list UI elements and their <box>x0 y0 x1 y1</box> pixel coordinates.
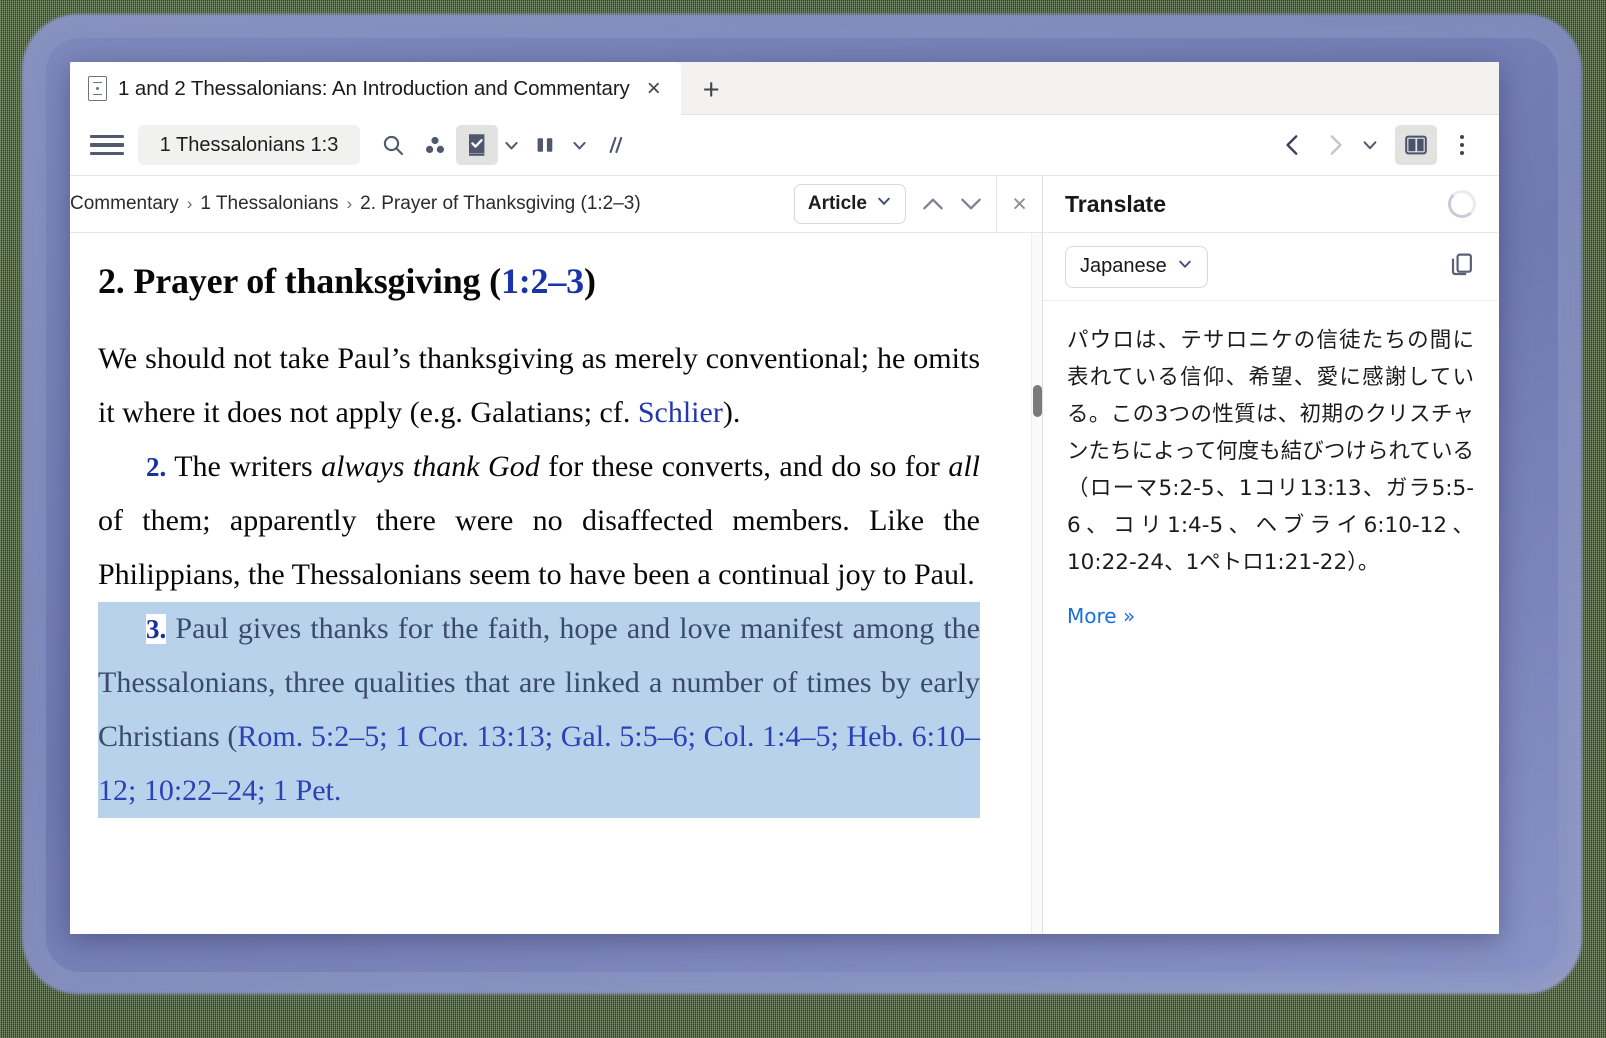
heading-prefix: 2. Prayer of thanksgiving ( <box>98 261 501 301</box>
toolbar: 1 Thessalonians 1:3 <box>70 115 1499 176</box>
verse-number[interactable]: 3. <box>146 614 167 645</box>
verse-number[interactable]: 2. <box>146 452 166 482</box>
article-scroll-area: 2. Prayer of thanksgiving (1:2–3) We sho… <box>70 233 1042 934</box>
double-slash-icon[interactable] <box>592 125 634 165</box>
article-scrollbar[interactable] <box>1031 233 1042 934</box>
more-link[interactable]: More » <box>1067 604 1135 628</box>
kebab-menu-icon[interactable] <box>1445 125 1479 165</box>
chevron-down-icon[interactable] <box>952 184 990 224</box>
app-window: 1 and 2 Thessalonians: An Introduction a… <box>70 62 1499 934</box>
heading-suffix: ) <box>583 261 596 301</box>
split-pane-icon[interactable] <box>1395 125 1437 165</box>
article-pane: Commentary › 1 Thessalonians › 2. Prayer… <box>70 176 1043 934</box>
two-column-icon[interactable] <box>524 125 566 165</box>
paragraph-intro: We should not take Paul’s thanksgiving a… <box>98 332 980 440</box>
article-body: 2. Prayer of thanksgiving (1:2–3) We sho… <box>70 233 1042 819</box>
tab-title: 1 and 2 Thessalonians: An Introduction a… <box>118 76 630 100</box>
translate-title: Translate <box>1065 190 1166 217</box>
translate-controls: Japanese <box>1043 233 1498 301</box>
book-favicon-icon <box>88 76 107 101</box>
schlier-link[interactable]: Schlier <box>638 396 723 429</box>
breadcrumb-item-section[interactable]: 2. Prayer of Thanksgiving (1:2–3) <box>360 193 641 215</box>
article-scope-label: Article <box>807 193 867 214</box>
breadcrumb-bar: Commentary › 1 Thessalonians › 2. Prayer… <box>70 176 1042 233</box>
paragraph-text: of them; apparently there were no disaff… <box>98 504 980 592</box>
breadcrumb-separator: › <box>346 194 353 213</box>
three-dot-cluster-icon[interactable] <box>414 125 456 165</box>
language-select[interactable]: Japanese <box>1065 245 1208 288</box>
chevron-down-icon <box>1177 255 1193 278</box>
page-title: 2. Prayer of thanksgiving (1:2–3) <box>98 261 980 302</box>
copy-icon[interactable] <box>1448 250 1476 283</box>
hamburger-menu-icon[interactable] <box>90 132 124 158</box>
paragraph-text: We should not take Paul’s thanksgiving a… <box>98 342 980 430</box>
tab-strip: 1 and 2 Thessalonians: An Introduction a… <box>70 62 1499 115</box>
book-check-icon[interactable] <box>456 125 498 165</box>
emphasis-text: all <box>948 450 980 484</box>
breadcrumb-item-1-thessalonians[interactable]: 1 Thessalonians <box>200 193 338 215</box>
chevron-left-icon[interactable] <box>1273 125 1313 165</box>
close-icon[interactable]: × <box>996 176 1042 232</box>
breadcrumb-separator: › <box>186 194 193 213</box>
breadcrumb-item-commentary[interactable]: Commentary <box>70 193 179 215</box>
language-label: Japanese <box>1080 255 1167 277</box>
chevron-down-icon[interactable] <box>566 125 592 165</box>
paragraph-verse-2: 2. The writers always thank God for thes… <box>98 440 980 602</box>
chevron-down-icon[interactable] <box>1357 125 1383 165</box>
translate-body: パウロは、テサロニケの信徒たちの間に表れている信仰、希望、愛に感謝している。この… <box>1043 301 1498 934</box>
breadcrumb: Commentary › 1 Thessalonians › 2. Prayer… <box>70 193 794 215</box>
paragraph-text: The writers <box>166 450 322 484</box>
paragraph-verse-3-selected[interactable]: 3. Paul gives thanks for the faith, hope… <box>98 602 980 819</box>
search-icon[interactable] <box>372 125 414 165</box>
loading-spinner-icon[interactable] <box>1448 190 1476 218</box>
chevron-down-icon <box>876 193 892 215</box>
chevron-up-icon[interactable] <box>914 184 952 224</box>
translate-pane: Translate Japanese パウロは、テサロニケの信徒たちの間に表れて… <box>1043 176 1498 934</box>
paragraph-text: ). <box>722 396 741 430</box>
scrollbar-thumb[interactable] <box>1033 385 1042 417</box>
chevron-down-icon[interactable] <box>498 125 524 165</box>
emphasis-text: always thank God <box>321 450 540 484</box>
paragraph-text: for these converts, and do so for <box>539 450 949 484</box>
heading-reference-link[interactable]: 1:2–3 <box>501 261 584 301</box>
reference-input[interactable]: 1 Thessalonians 1:3 <box>138 125 360 165</box>
translate-header: Translate <box>1043 176 1498 233</box>
browser-tab[interactable]: 1 and 2 Thessalonians: An Introduction a… <box>70 62 681 115</box>
chevron-right-icon[interactable] <box>1315 125 1355 165</box>
article-scope-select[interactable]: Article <box>793 184 906 224</box>
close-icon[interactable]: × <box>641 75 667 103</box>
new-tab-icon[interactable]: + <box>681 76 742 115</box>
main-split: Commentary › 1 Thessalonians › 2. Prayer… <box>70 176 1499 934</box>
translated-text: パウロは、テサロニケの信徒たちの間に表れている信仰、希望、愛に感謝している。この… <box>1067 328 1474 575</box>
